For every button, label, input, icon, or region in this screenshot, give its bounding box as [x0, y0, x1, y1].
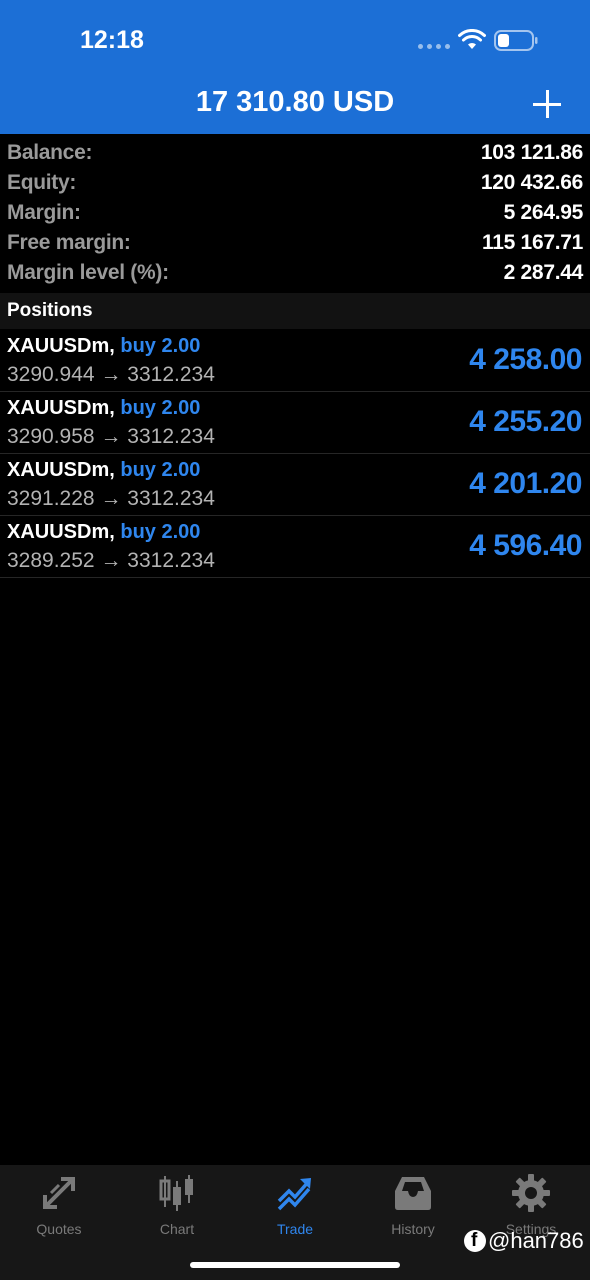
position-row[interactable]: XAUUSDm, buy 2.00 3290.944 → 3312.234 4 …	[0, 330, 590, 392]
position-profit: 4 255.20	[469, 405, 582, 438]
summary-value: 115 167.71	[482, 231, 583, 254]
summary-value: 5 264.95	[503, 201, 584, 224]
summary-value: 120 432.66	[480, 171, 583, 194]
summary-row-balance: Balance: 103 121.86	[0, 138, 590, 168]
position-profit: 4 201.20	[469, 467, 582, 500]
position-side: buy 2.00	[120, 335, 201, 357]
tab-quotes[interactable]: Quotes	[0, 1173, 118, 1243]
tab-label: Trade	[276, 1221, 314, 1237]
summary-label: Margin:	[7, 201, 81, 224]
position-row[interactable]: XAUUSDm, buy 2.00 3289.252 → 3312.234 4 …	[0, 516, 590, 578]
open-price: 3291.228	[7, 487, 95, 510]
position-title: XAUUSDm, buy 2.00	[7, 459, 200, 482]
account-floating-profit: 17 310.80 USD	[195, 86, 395, 118]
position-prices: 3290.944 → 3312.234	[7, 363, 215, 387]
candlestick-icon	[159, 1175, 193, 1211]
arrow-right-icon: →	[100, 425, 122, 448]
summary-label: Free margin:	[7, 231, 131, 254]
summary-value: 2 287.44	[503, 261, 584, 284]
position-title: XAUUSDm, buy 2.00	[7, 397, 200, 420]
tab-history[interactable]: History	[354, 1173, 472, 1243]
arrow-right-icon: →	[100, 363, 122, 386]
summary-label: Margin level (%):	[7, 261, 169, 284]
position-profit: 4 596.40	[469, 529, 582, 562]
tab-chart[interactable]: Chart	[118, 1173, 236, 1243]
battery-icon	[494, 30, 538, 51]
summary-row-margin: Margin: 5 264.95	[0, 198, 590, 228]
positions-list: XAUUSDm, buy 2.00 3290.944 → 3312.234 4 …	[0, 330, 590, 578]
position-symbol: XAUUSDm,	[7, 397, 115, 419]
position-symbol: XAUUSDm,	[7, 459, 115, 481]
account-summary: Balance: 103 121.86 Equity: 120 432.66 M…	[0, 138, 590, 288]
add-position-button[interactable]	[532, 89, 562, 119]
position-prices: 3291.228 → 3312.234	[7, 487, 215, 511]
summary-row-margin-level: Margin level (%): 2 287.44	[0, 258, 590, 288]
current-price: 3312.234	[127, 363, 215, 386]
position-title: XAUUSDm, buy 2.00	[7, 521, 200, 544]
positions-section-header: Positions	[0, 293, 590, 329]
watermark-text: @han786	[488, 1228, 584, 1253]
open-price: 3290.958	[7, 425, 95, 448]
tab-label: History	[391, 1221, 435, 1237]
open-price: 3289.252	[7, 549, 95, 572]
position-side: buy 2.00	[120, 521, 201, 543]
summary-value: 103 121.86	[480, 141, 583, 164]
quotes-arrows-icon	[43, 1177, 75, 1209]
tab-label: Chart	[159, 1221, 195, 1237]
position-side: buy 2.00	[120, 397, 201, 419]
summary-row-equity: Equity: 120 432.66	[0, 168, 590, 198]
summary-row-free-margin: Free margin: 115 167.71	[0, 228, 590, 258]
position-prices: 3289.252 → 3312.234	[7, 549, 215, 573]
position-row[interactable]: XAUUSDm, buy 2.00 3290.958 → 3312.234 4 …	[0, 392, 590, 454]
summary-label: Equity:	[7, 171, 77, 194]
position-prices: 3290.958 → 3312.234	[7, 425, 215, 449]
watermark: @han786	[464, 1228, 584, 1254]
summary-label: Balance:	[7, 141, 93, 164]
facebook-icon	[464, 1230, 486, 1252]
open-price: 3290.944	[7, 363, 95, 386]
position-title: XAUUSDm, buy 2.00	[7, 335, 200, 358]
position-side: buy 2.00	[120, 459, 201, 481]
wifi-icon	[458, 29, 486, 49]
gear-icon	[512, 1174, 550, 1212]
arrow-right-icon: →	[100, 487, 122, 510]
tab-trade[interactable]: Trade	[236, 1173, 354, 1243]
current-price: 3312.234	[127, 487, 215, 510]
positions-title: Positions	[7, 300, 93, 321]
tab-label: Quotes	[36, 1221, 82, 1237]
cellular-signal-icon	[418, 44, 450, 49]
top-bar: 12:18 17 310.80 USD	[0, 0, 590, 134]
position-profit: 4 258.00	[469, 343, 582, 376]
position-symbol: XAUUSDm,	[7, 335, 115, 357]
home-indicator[interactable]	[190, 1262, 400, 1268]
status-time: 12:18	[80, 26, 144, 54]
inbox-icon	[395, 1177, 431, 1210]
position-row[interactable]: XAUUSDm, buy 2.00 3291.228 → 3312.234 4 …	[0, 454, 590, 516]
position-symbol: XAUUSDm,	[7, 521, 115, 543]
trade-trend-icon	[277, 1178, 311, 1211]
current-price: 3312.234	[127, 425, 215, 448]
arrow-right-icon: →	[100, 549, 122, 572]
current-price: 3312.234	[127, 549, 215, 572]
